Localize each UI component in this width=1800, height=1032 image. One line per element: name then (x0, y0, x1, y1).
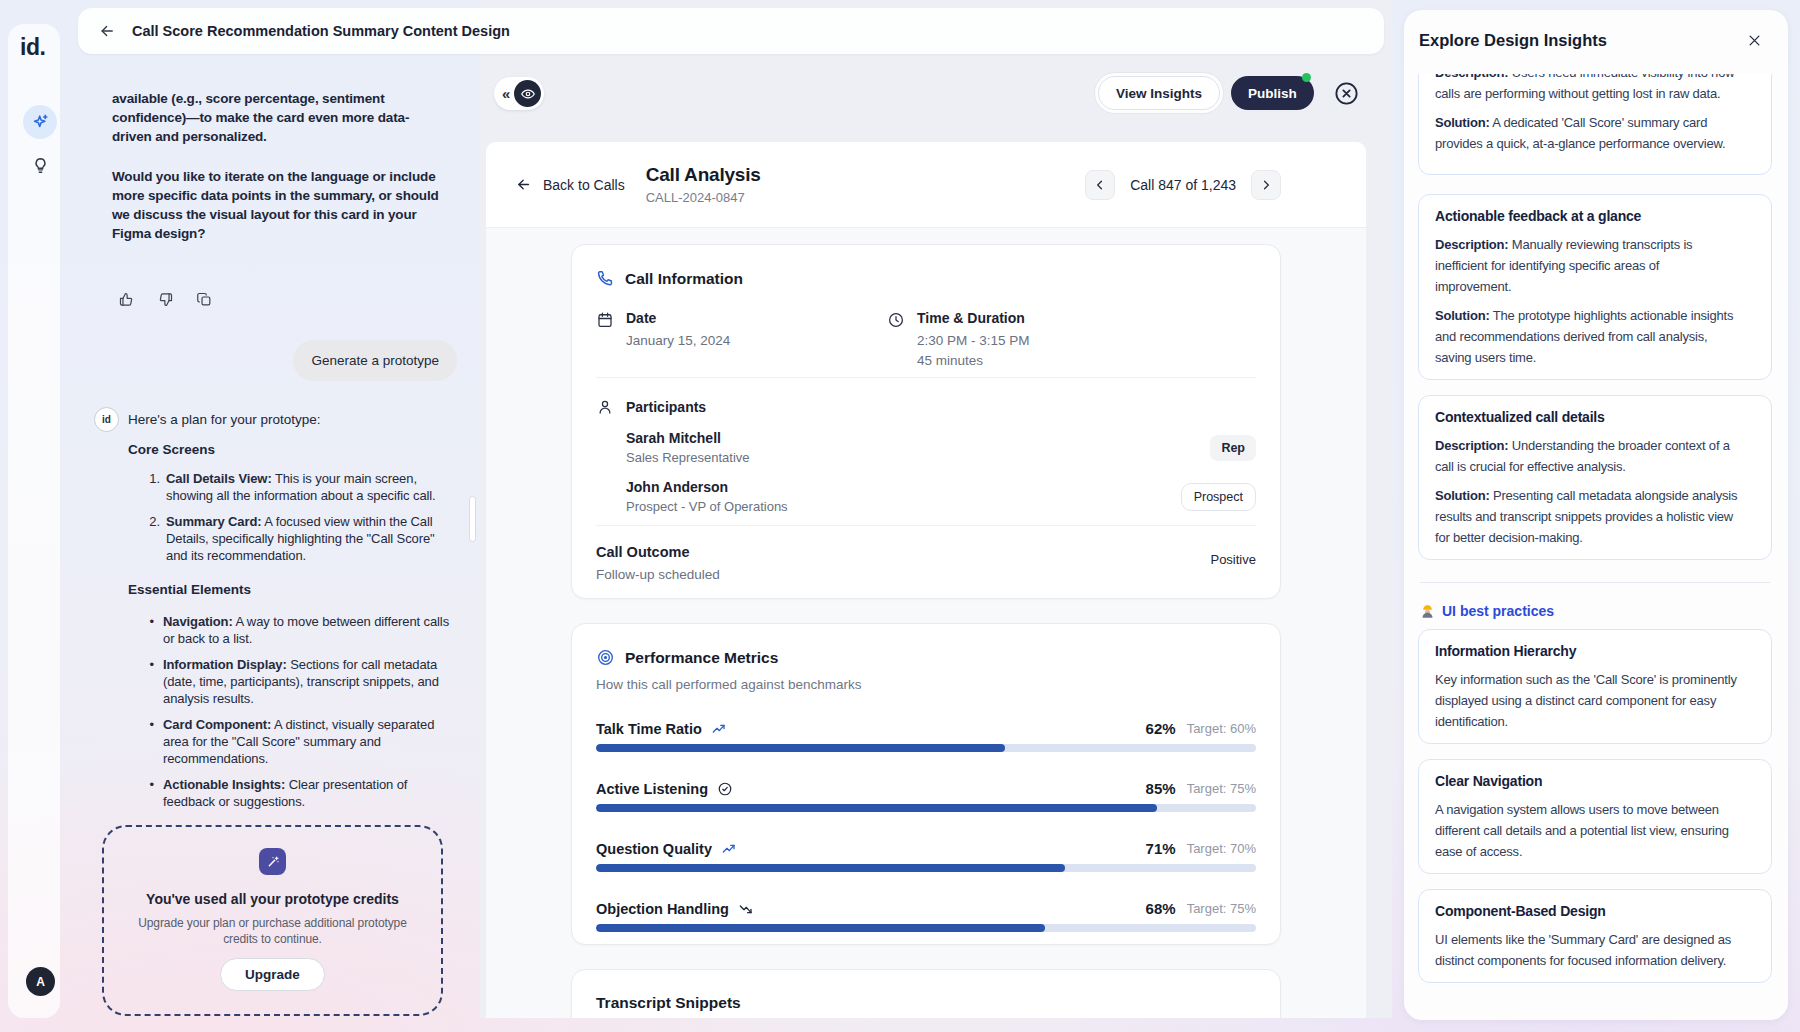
call-pager: Call 847 of 1,243 (1085, 170, 1281, 200)
list-item: 1.Call Details View: This is your main s… (143, 470, 457, 504)
performance-metrics-card: Performance Metrics How this call perfor… (571, 623, 1281, 945)
metric-row: Active Listening 85%Target: 75% (596, 779, 1256, 812)
upgrade-button[interactable]: Upgrade (220, 958, 325, 991)
chat-topbar: Call Score Recommendation Summary Conten… (78, 8, 1384, 54)
best-practice-card: Component-Based Design UI elements like … (1418, 889, 1772, 983)
participant-badge: Rep (1210, 435, 1256, 461)
credits-card: You've used all your prototype credits U… (102, 825, 443, 1016)
assistant-message-p1: available (e.g., score percentage, senti… (112, 89, 444, 146)
core-screens-list: 1.Call Details View: This is your main s… (143, 470, 457, 564)
prototype-header: Back to Calls Call Analysis CALL-2024-08… (486, 142, 1366, 228)
phone-icon (596, 269, 615, 288)
magic-wand-icon (259, 848, 286, 875)
metric-bar (596, 924, 1256, 932)
clock-icon (887, 311, 905, 369)
chat-panel: available (e.g., score percentage, senti… (112, 89, 457, 1016)
back-to-calls-link[interactable]: Back to Calls (515, 176, 625, 193)
metric-bar (596, 744, 1256, 752)
insight-card: Description: Users need immediate visibi… (1418, 74, 1772, 175)
insight-card: Actionable feedback at a glance Descript… (1418, 194, 1772, 380)
assistant-message-p2: Would you like to iterate on the languag… (112, 167, 444, 243)
design-insights-panel: Explore Design Insights Description: Use… (1404, 10, 1788, 1020)
user-message-bubble: Generate a prototype (293, 340, 457, 381)
essential-elements-list: •Navigation: A way to move between diffe… (143, 613, 457, 810)
trend-up-icon (721, 841, 737, 857)
copy-icon[interactable] (196, 291, 213, 308)
user-avatar[interactable]: A (26, 967, 55, 996)
essential-elements-heading: Essential Elements (128, 582, 457, 597)
page-title: Call Analysis (646, 164, 761, 186)
list-item: •Actionable Insights: Clear presentation… (143, 776, 457, 810)
call-information-card: Call Information DateJanuary 15, 2024 Ti… (571, 244, 1281, 599)
outcome-status: Positive (1210, 552, 1256, 567)
transcript-snippets-card: Transcript Snippets (571, 969, 1281, 1018)
thumbs-up-icon[interactable] (118, 291, 135, 308)
list-item: •Card Component: A distinct, visually se… (143, 716, 457, 767)
insights-title: Explore Design Insights (1419, 31, 1607, 50)
metric-row: Objection Handling 68%Target: 75% (596, 899, 1256, 932)
sparkle-icon[interactable] (23, 105, 57, 139)
next-call-button[interactable] (1251, 170, 1281, 200)
trend-down-icon (738, 901, 754, 917)
assistant-avatar: id (94, 407, 119, 432)
credits-body: Upgrade your plan or purchase additional… (136, 915, 409, 947)
list-item: 2.Summary Card: A focused view within th… (143, 513, 457, 564)
participant-badge: Prospect (1181, 483, 1256, 511)
call-id: CALL-2024-0847 (646, 190, 761, 205)
participant-row: John AndersonProspect - VP of Operations… (626, 479, 1256, 514)
back-arrow-icon[interactable] (98, 22, 116, 40)
transcript-heading: Transcript Snippets (596, 994, 741, 1012)
thumbs-down-icon[interactable] (157, 291, 174, 308)
metric-row: Talk Time Ratio 62%Target: 60% (596, 719, 1256, 752)
info-icon[interactable] (23, 918, 71, 958)
prev-call-button[interactable] (1085, 170, 1115, 200)
pager-label: Call 847 of 1,243 (1130, 177, 1236, 193)
participant-row: Sarah MitchellSales Representative Rep (626, 430, 1256, 465)
metric-bar (596, 804, 1256, 812)
close-insights-icon[interactable] (1747, 33, 1762, 48)
date-field: DateJanuary 15, 2024 (596, 310, 887, 369)
best-practice-card: Clear Navigation A navigation system all… (1418, 759, 1772, 874)
list-item: •Information Display: Sections for call … (143, 656, 457, 707)
view-insights-button[interactable]: View Insights (1098, 76, 1220, 110)
ui-best-practices-heading: UI best practices (1420, 603, 1772, 619)
chat-scrollbar[interactable] (469, 496, 476, 542)
left-rail: id. A (8, 24, 60, 1018)
app-logo: id. (20, 34, 45, 61)
time-duration-field: Time & Duration2:30 PM - 3:15 PM45 minut… (887, 310, 1178, 369)
credits-title: You've used all your prototype credits (112, 891, 433, 907)
divider (1420, 582, 1770, 583)
metric-bar (596, 864, 1256, 872)
worker-emoji-icon (1420, 604, 1435, 619)
metric-row: Question Quality 71%Target: 70% (596, 839, 1256, 872)
list-item: •Navigation: A way to move between diffe… (143, 613, 457, 647)
calendar-icon (596, 311, 614, 369)
preview-collapse-pill: « (494, 77, 544, 110)
call-outcome: Call OutcomeFollow-up scheduled Positive (596, 526, 1256, 582)
best-practice-card: Information Hierarchy Key information su… (1418, 629, 1772, 744)
close-preview-icon[interactable] (1333, 80, 1360, 107)
participants-heading: Participants (626, 399, 706, 415)
lightbulb-icon[interactable] (23, 148, 57, 182)
collapse-icon[interactable]: « (502, 85, 509, 102)
metrics-subtitle: How this call performed against benchmar… (596, 677, 1256, 692)
insight-card: Contextualized call details Description:… (1418, 395, 1772, 560)
check-circle-icon (717, 781, 733, 797)
participants-icon (596, 398, 614, 416)
publish-status-dot (1302, 73, 1311, 82)
publish-button[interactable]: Publish (1231, 76, 1314, 110)
core-screens-heading: Core Screens (128, 442, 457, 457)
call-info-heading: Call Information (625, 270, 743, 288)
prototype-preview: Back to Calls Call Analysis CALL-2024-08… (486, 142, 1366, 1018)
insights-scroll-area[interactable]: Description: Users need immediate visibi… (1418, 74, 1772, 1002)
trend-up-icon (711, 721, 727, 737)
eye-icon[interactable] (514, 80, 541, 107)
plan-intro: Here's a plan for your prototype: (128, 407, 320, 432)
chat-title: Call Score Recommendation Summary Conten… (132, 23, 510, 39)
metrics-heading: Performance Metrics (625, 649, 778, 667)
preview-actions: View Insights Publish (1098, 76, 1360, 110)
target-icon (596, 648, 615, 667)
